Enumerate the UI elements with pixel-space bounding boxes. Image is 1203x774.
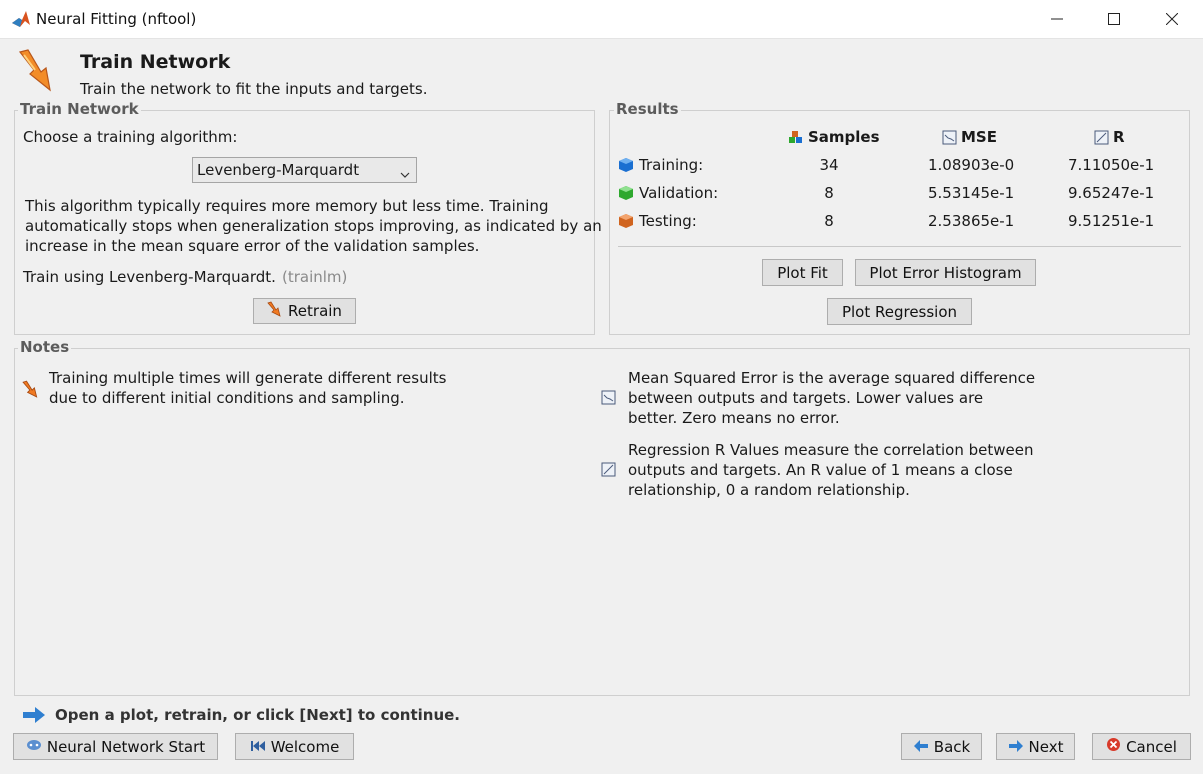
row-label: Testing: (639, 212, 697, 230)
title-bar: Neural Fitting (nftool) (0, 0, 1203, 39)
training-mse: 1.08903e-0 (928, 156, 1015, 174)
rewind-icon (250, 738, 266, 756)
description-line: This algorithm typically requires more m… (25, 197, 549, 215)
close-icon (1166, 13, 1178, 25)
description-line: increase in the mean square error of the… (25, 237, 480, 255)
samples-icon (789, 131, 802, 143)
training-r: 7.11050e-1 (1068, 156, 1155, 174)
testing-samples: 8 (824, 212, 834, 230)
plot-regression-button[interactable]: Plot Regression (827, 298, 972, 325)
mse-icon (942, 130, 957, 144)
welcome-label: Welcome (270, 737, 340, 756)
next-button[interactable]: Next (996, 733, 1075, 760)
testing-cube-icon (619, 214, 633, 228)
choose-algorithm-label: Choose a training algorithm: (23, 128, 238, 146)
results-legend: Results (614, 100, 681, 118)
algorithm-select-value: Levenberg-Marquardt (197, 161, 360, 179)
algorithm-select[interactable]: Levenberg-Marquardt (192, 157, 417, 183)
training-cube-icon (619, 158, 633, 172)
r-column-header: R (1094, 128, 1125, 146)
note-line: better. Zero means no error. (628, 409, 840, 427)
plot-error-histogram-button[interactable]: Plot Error Histogram (855, 259, 1036, 286)
note-mse-text: Mean Squared Error is the average square… (628, 368, 1035, 428)
testing-mse: 2.53865e-1 (928, 212, 1015, 230)
maximize-icon (1108, 13, 1120, 25)
training-samples: 34 (819, 156, 839, 174)
start-icon (26, 738, 42, 756)
next-label: Next (1028, 737, 1064, 756)
note-line: relationship, 0 a random relationship. (628, 481, 910, 499)
train-panel-legend: Train Network (18, 100, 141, 118)
testing-r: 9.51251e-1 (1068, 212, 1155, 230)
matlab-logo-icon (11, 9, 31, 33)
retrain-icon (267, 301, 283, 321)
samples-column-header: Samples (788, 128, 880, 146)
maximize-button[interactable] (1085, 0, 1143, 38)
back-button[interactable]: Back (901, 733, 982, 760)
cancel-button[interactable]: Cancel (1092, 733, 1191, 760)
description-line: automatically stops when generalization … (25, 217, 602, 235)
back-label: Back (933, 737, 971, 756)
note-line: Training multiple times will generate di… (49, 369, 447, 387)
minimize-icon (1051, 18, 1063, 20)
retrain-label: Retrain (288, 302, 342, 320)
regression-icon (1094, 130, 1109, 144)
chevron-down-icon (400, 165, 410, 183)
train-using-label: Train using Levenberg-Marquardt. (23, 268, 276, 286)
arrow-right-icon (22, 706, 46, 728)
note-line: outputs and targets. An R value of 1 mea… (628, 461, 1013, 479)
train-network-large-icon (16, 46, 66, 100)
note-regression-text: Regression R Values measure the correlat… (628, 440, 1033, 500)
row-label: Training: (639, 156, 704, 174)
cancel-label: Cancel (1126, 737, 1177, 756)
results-divider (618, 246, 1181, 247)
r-header-label: R (1113, 128, 1125, 146)
regression-note-icon (601, 462, 616, 481)
validation-mse: 5.53145e-1 (928, 184, 1015, 202)
train-function-name: (trainlm) (282, 268, 348, 286)
footer-hint: Open a plot, retrain, or click [Next] to… (55, 706, 460, 724)
page-title: Train Network (80, 51, 231, 73)
arrow-left-icon (913, 738, 929, 756)
samples-header-label: Samples (808, 128, 880, 146)
close-window-button[interactable] (1143, 0, 1201, 38)
plot-fit-label: Plot Fit (777, 263, 828, 282)
plot-regression-label: Plot Regression (841, 302, 958, 321)
mse-column-header: MSE (942, 128, 997, 146)
mse-note-icon (601, 390, 616, 409)
validation-r: 9.65247e-1 (1068, 184, 1155, 202)
note-line: Regression R Values measure the correlat… (628, 441, 1034, 459)
plot-fit-button[interactable]: Plot Fit (762, 259, 843, 286)
arrow-right-small-icon (1008, 738, 1024, 756)
mse-header-label: MSE (961, 128, 997, 146)
plot-error-histogram-label: Plot Error Histogram (869, 263, 1022, 282)
neural-network-start-button[interactable]: Neural Network Start (13, 733, 218, 760)
note-line: Mean Squared Error is the average square… (628, 369, 1036, 387)
welcome-button[interactable]: Welcome (235, 733, 354, 760)
row-label: Validation: (639, 184, 719, 202)
retrain-button[interactable]: Retrain (253, 298, 356, 324)
cancel-icon (1106, 737, 1121, 756)
algorithm-description: This algorithm typically requires more m… (25, 196, 602, 256)
page-subtitle: Train the network to fit the inputs and … (80, 80, 428, 98)
note-retrain-text: Training multiple times will generate di… (49, 368, 446, 408)
note-line: due to different initial conditions and … (49, 389, 405, 407)
validation-samples: 8 (824, 184, 834, 202)
validation-cube-icon (619, 186, 633, 200)
start-label: Neural Network Start (46, 737, 206, 756)
minimize-button[interactable] (1028, 0, 1086, 38)
window-title: Neural Fitting (nftool) (36, 10, 197, 28)
retrain-note-icon (22, 380, 40, 402)
notes-legend: Notes (18, 338, 72, 356)
note-line: between outputs and targets. Lower value… (628, 389, 984, 407)
